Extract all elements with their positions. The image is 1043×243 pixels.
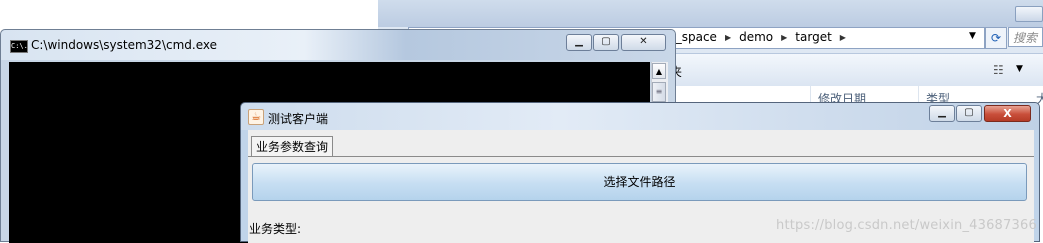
tab-divider — [248, 156, 1034, 157]
maximize-icon: ▢ — [964, 107, 974, 118]
close-button[interactable]: X — [984, 105, 1031, 122]
console-icon: C:\. — [10, 40, 28, 53]
watermark: https://blog.csdn.net/weixin_43687366 — [776, 218, 1037, 233]
maximize-button[interactable]: ▢ — [593, 34, 619, 51]
close-icon: X — [1003, 107, 1012, 120]
business-type-label: 业务类型: — [249, 222, 302, 236]
tab-business-params[interactable]: 业务参数查询 — [251, 136, 334, 156]
view-options-icon[interactable]: ☷ — [993, 63, 1004, 77]
chevron-right-icon[interactable]: ▶ — [781, 33, 787, 42]
choose-file-path-button[interactable]: 选择文件路径 — [252, 163, 1027, 201]
close-button[interactable]: ✕ — [621, 34, 666, 51]
minimize-icon[interactable] — [1015, 6, 1043, 22]
client-titlebar[interactable]: ☕ 测试客户端 ▁ ▢ X — [241, 103, 1039, 130]
refresh-icon[interactable]: ⟳ — [985, 27, 1007, 49]
minimize-icon: ▁ — [938, 107, 946, 118]
maximize-icon: ▢ — [601, 36, 611, 47]
breadcrumb-item[interactable]: demo — [739, 30, 773, 44]
scrollbar-thumb[interactable]: ≡ — [652, 82, 666, 102]
minimize-button[interactable]: ▁ — [566, 34, 592, 51]
chevron-right-icon[interactable]: ▶ — [725, 33, 731, 42]
java-cup-icon: ☕ — [248, 109, 264, 125]
chevron-down-icon[interactable]: ▼ — [1016, 64, 1023, 74]
window-title: 测试客户端 — [268, 112, 329, 126]
chevron-down-icon[interactable]: ▼ — [969, 31, 976, 41]
client-content: 业务参数查询 选择文件路径 业务类型: https://blog.csdn.ne… — [248, 130, 1037, 243]
scroll-up-icon[interactable]: ▲ — [652, 63, 666, 79]
client-window: ☕ 测试客户端 ▁ ▢ X 业务参数查询 选择文件路径 业务类型: https:… — [240, 102, 1040, 243]
chevron-right-icon[interactable]: ▶ — [840, 33, 846, 42]
breadcrumb-item[interactable]: target — [795, 30, 832, 44]
maximize-button[interactable]: ▢ — [956, 105, 982, 122]
close-icon: ✕ — [639, 36, 648, 47]
minimize-button[interactable]: ▁ — [929, 105, 955, 122]
minimize-icon: ▁ — [575, 36, 583, 47]
breadcrumb: ea_space ▶ demo ▶ target ▶ — [661, 30, 846, 44]
explorer-titlebar — [378, 0, 1043, 27]
cmd-titlebar[interactable]: C:\. C:\windows\system32\cmd.exe ▁ ▢ ✕ — [1, 30, 675, 60]
window-title: C:\windows\system32\cmd.exe — [31, 38, 217, 52]
search-input[interactable]: 搜索 — [1008, 27, 1043, 47]
